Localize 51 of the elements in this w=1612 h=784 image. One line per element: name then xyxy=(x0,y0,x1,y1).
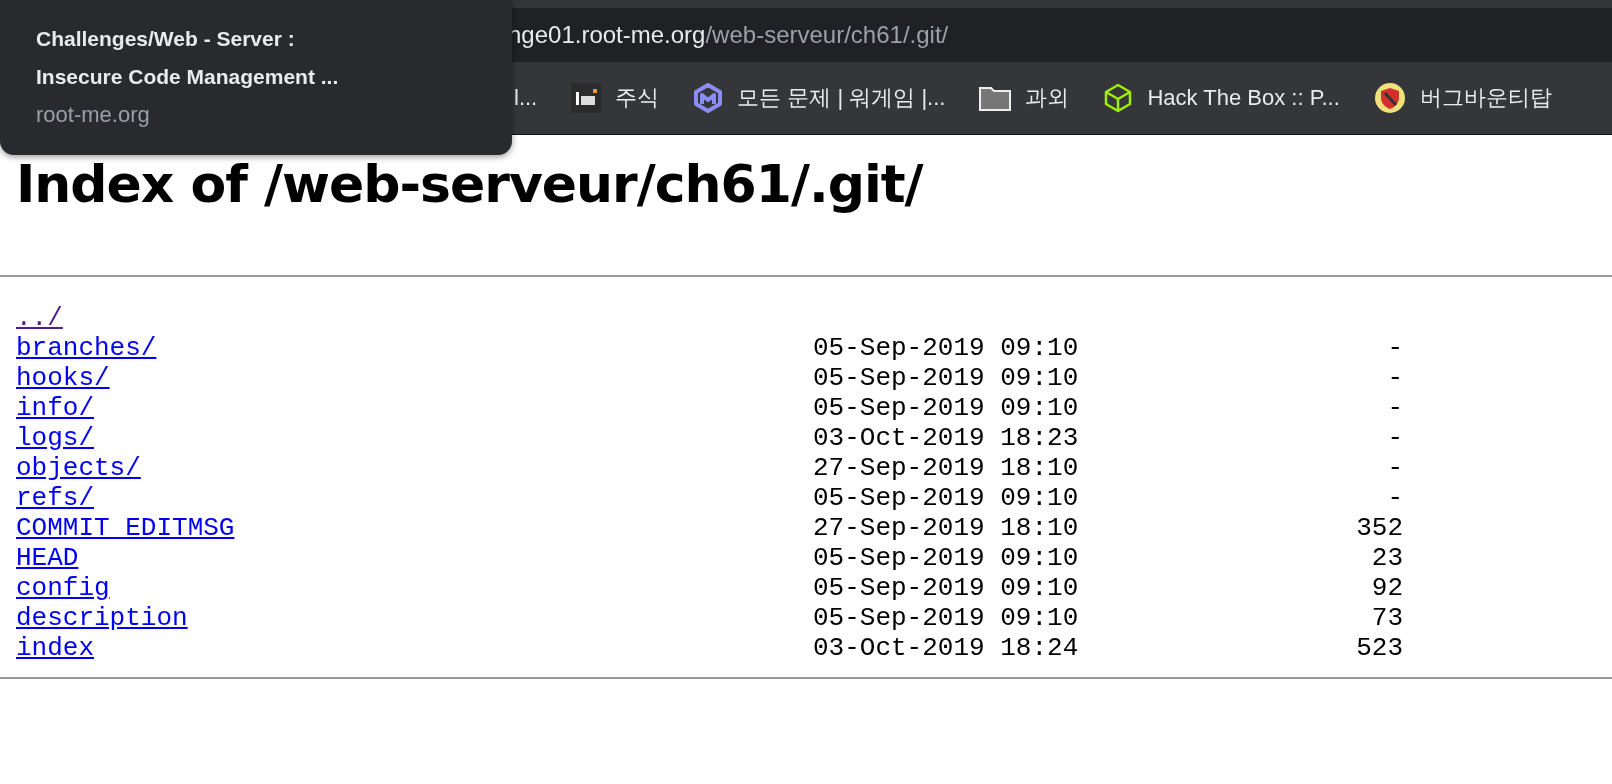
bookmark[interactable]: 버그바운티탑 xyxy=(1419,83,1552,113)
tooltip-title: Challenges/Web - Server : xyxy=(36,26,296,52)
file-link[interactable]: info/ xyxy=(16,393,94,423)
file-size: 352 xyxy=(1355,513,1403,543)
file-link[interactable]: config xyxy=(16,573,110,603)
file-link[interactable]: hooks/ xyxy=(16,363,110,393)
tooltip-domain: root-me.org xyxy=(36,101,151,129)
modified-date: 27-Sep-2019 18:10 xyxy=(813,453,1080,483)
modified-date: 05-Sep-2019 09:10 xyxy=(813,603,1080,633)
bookmark[interactable]: 모든 문제 | 워게임 |... xyxy=(737,83,946,113)
file-link[interactable]: COMMIT_EDITMSG xyxy=(16,513,235,543)
file-size: 523 xyxy=(1355,633,1403,663)
file-size: - xyxy=(1386,423,1403,453)
modified-date: 05-Sep-2019 09:10 xyxy=(813,393,1080,423)
folder-icon xyxy=(979,85,1012,111)
bookmark[interactable]: l... xyxy=(514,85,538,111)
file-size: 73 xyxy=(1370,603,1403,633)
file-link[interactable]: description xyxy=(16,603,188,633)
file-link[interactable]: index xyxy=(16,633,94,663)
file-size: - xyxy=(1386,333,1403,363)
file-link[interactable]: ../ xyxy=(16,303,63,333)
url-path: /web-serveur/ch61/.git/ xyxy=(705,21,949,49)
file-link[interactable]: refs/ xyxy=(16,483,94,513)
file-size: 92 xyxy=(1370,573,1403,603)
file-link[interactable]: objects/ xyxy=(16,453,141,483)
url-host: nge01.root-me.org xyxy=(508,21,706,49)
file-link[interactable]: logs/ xyxy=(16,423,94,453)
bookmark[interactable]: 과외 xyxy=(1025,83,1070,113)
modified-date: 27-Sep-2019 18:10 xyxy=(813,513,1080,543)
file-size: - xyxy=(1386,363,1403,393)
modified-date: 05-Sep-2019 09:10 xyxy=(813,543,1080,573)
modified-date: 05-Sep-2019 09:10 xyxy=(813,573,1080,603)
file-size: - xyxy=(1386,393,1403,423)
modified-date: 03-Oct-2019 18:23 xyxy=(813,423,1080,453)
file-link[interactable]: branches/ xyxy=(16,333,157,363)
shield-icon xyxy=(1373,82,1406,114)
modified-date: 05-Sep-2019 09:10 xyxy=(813,333,1080,363)
file-size: - xyxy=(1386,483,1403,513)
hexagon-logo-icon xyxy=(693,83,724,113)
inv-logo-icon xyxy=(571,83,602,113)
file-size: 23 xyxy=(1370,543,1403,573)
file-link[interactable]: HEAD xyxy=(16,543,79,573)
cube-icon xyxy=(1103,83,1134,113)
bookmark[interactable]: Hack The Box :: P... xyxy=(1147,85,1340,111)
page-heading: Index of /web-serveur/ch61/.git/ xyxy=(16,153,925,216)
tooltip-title: Insecure Code Management ... xyxy=(36,64,340,90)
modified-date: 05-Sep-2019 09:10 xyxy=(813,363,1080,393)
modified-date: 05-Sep-2019 09:10 xyxy=(813,483,1080,513)
bookmark[interactable]: 주식 xyxy=(615,83,660,113)
modified-date: 03-Oct-2019 18:24 xyxy=(813,633,1080,663)
file-size: - xyxy=(1386,453,1403,483)
